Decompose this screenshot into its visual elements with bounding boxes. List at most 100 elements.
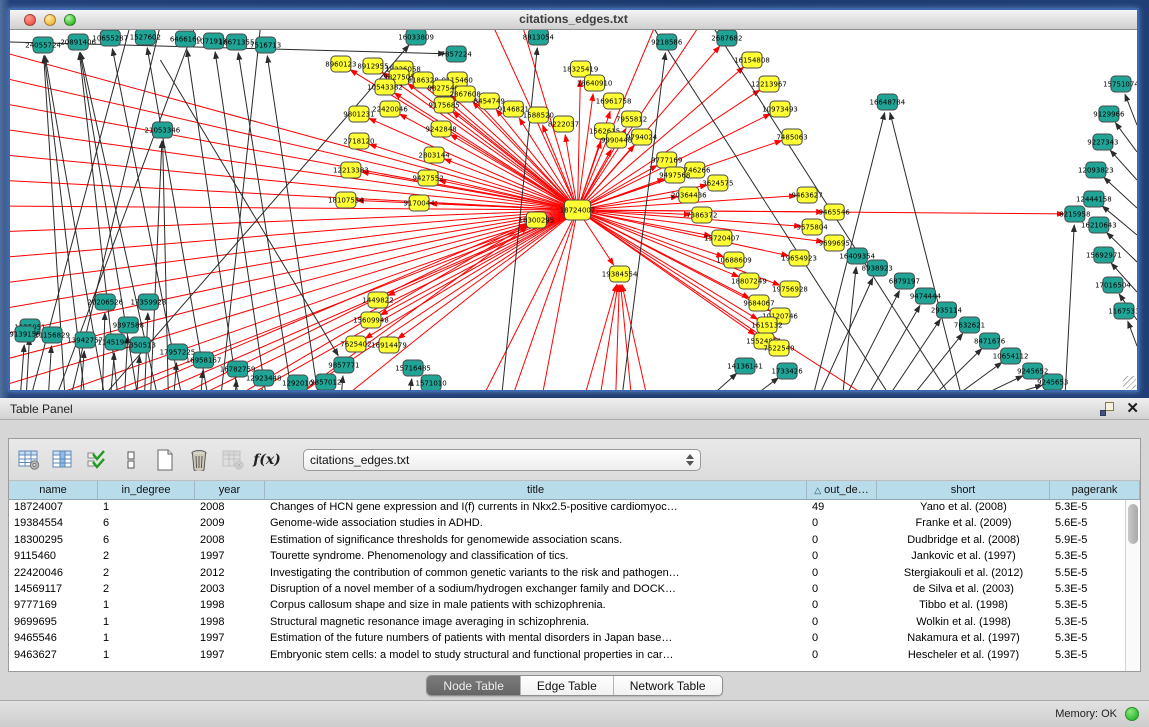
- graph-edge[interactable]: [1128, 321, 1137, 346]
- graph-edge[interactable]: [600, 285, 618, 390]
- graph-node-label: 16154808: [734, 56, 770, 64]
- table-cell: Investigating the contribution of common…: [265, 566, 807, 582]
- float-panel-icon[interactable]: [1100, 402, 1114, 416]
- table-row[interactable]: 2242004622012Investigating the contribut…: [9, 566, 1140, 582]
- table-vertical-scrollbar[interactable]: [1125, 500, 1140, 671]
- graph-edge[interactable]: [10, 50, 578, 210]
- column-header-title[interactable]: title: [265, 481, 807, 499]
- graph-edge[interactable]: [929, 349, 981, 390]
- graph-node-label: 12923448: [246, 374, 282, 382]
- graph-edge[interactable]: [20, 345, 24, 390]
- graph-node-label: 1292010: [282, 379, 313, 387]
- combo-arrows-icon: [686, 454, 694, 466]
- function-builder-icon[interactable]: f(x): [253, 445, 281, 475]
- table-row[interactable]: 911546021997Tourette syndrome. Phenomeno…: [9, 549, 1140, 565]
- network-selector[interactable]: citations_edges.txt: [303, 449, 701, 471]
- table-row[interactable]: 1938455462009Genome-wide association stu…: [9, 516, 1140, 532]
- graph-node-label: 16958167: [186, 356, 222, 364]
- import-table-icon: [219, 445, 247, 475]
- graph-edge[interactable]: [886, 319, 940, 390]
- column-header-pagerank[interactable]: pagerank: [1050, 481, 1140, 499]
- graph-edge[interactable]: [10, 210, 578, 336]
- table-settings-icon[interactable]: [15, 445, 43, 475]
- column-header-year[interactable]: year: [195, 481, 265, 499]
- graph-edge[interactable]: [48, 346, 51, 390]
- network-view-window[interactable]: citations_edges.txt 18724007183002951938…: [8, 8, 1139, 392]
- graph-edge[interactable]: [749, 378, 778, 390]
- graph-edge[interactable]: [890, 113, 963, 390]
- select-columns-icon[interactable]: [49, 445, 77, 475]
- graph-edge[interactable]: [909, 334, 962, 390]
- table-row[interactable]: 946554611997Estimation of the future num…: [9, 631, 1140, 647]
- table-row[interactable]: 1456911722003Disruption of a novel membe…: [9, 582, 1140, 598]
- table-cell: 0: [807, 648, 877, 664]
- graph-node-label: 6879197: [889, 277, 920, 285]
- graph-node-label: 1167533: [1108, 307, 1137, 315]
- graph-edge[interactable]: [136, 356, 139, 390]
- table-header[interactable]: namein_degreeyeartitle△out_de…shortpager…: [9, 481, 1140, 500]
- table-cell: Disruption of a novel member of a sodium…: [265, 582, 807, 598]
- table-cell: 9777169: [9, 598, 98, 614]
- select-rows-icon[interactable]: [83, 445, 111, 475]
- merge-rows-icon[interactable]: [117, 445, 145, 475]
- graph-node-label: 7857224: [441, 50, 473, 58]
- table-row[interactable]: 1872400712008Changes of HCN gene express…: [9, 500, 1140, 516]
- status-bar: Memory: OK: [0, 700, 1149, 727]
- network-canvas[interactable]: 1872400718300295193845548960123891295518…: [10, 30, 1137, 390]
- graph-edge[interactable]: [110, 224, 526, 390]
- graph-edge[interactable]: [865, 306, 920, 390]
- graph-node-label: 19756928: [772, 285, 808, 293]
- table-row[interactable]: 977716911998Corpus callosum shape and si…: [9, 598, 1140, 614]
- scrollbar-thumb[interactable]: [1128, 504, 1138, 544]
- graph-node-label: 10543382: [367, 83, 403, 91]
- graph-edge[interactable]: [584, 285, 617, 390]
- column-header-name[interactable]: name: [9, 481, 98, 499]
- window-title: citations_edges.txt: [10, 12, 1137, 26]
- graph-node-label: 9397588: [113, 321, 144, 329]
- new-table-icon[interactable]: [151, 445, 179, 475]
- column-header-out_de[interactable]: △out_de…: [807, 481, 877, 499]
- graph-edge[interactable]: [26, 338, 29, 390]
- graph-edge[interactable]: [842, 267, 856, 390]
- table-row[interactable]: 1830029562008Estimation of significance …: [9, 533, 1140, 549]
- table-row[interactable]: 946362711997Embryonic stem cells: a mode…: [9, 648, 1140, 664]
- delete-table-icon[interactable]: [185, 445, 213, 475]
- graph-edge[interactable]: [541, 210, 577, 390]
- graph-edge[interactable]: [1104, 177, 1137, 208]
- graph-edge[interactable]: [1110, 150, 1137, 180]
- table-cell: Genome-wide association studies in ADHD.: [265, 516, 807, 532]
- table-cell: Franke et al. (2009): [877, 516, 1050, 532]
- window-titlebar[interactable]: citations_edges.txt: [10, 10, 1137, 30]
- tab-network-table[interactable]: Network Table: [614, 676, 722, 695]
- table-cell: 1: [98, 631, 195, 647]
- graph-edge[interactable]: [707, 373, 737, 390]
- table-type-tabs[interactable]: Node TableEdge TableNetwork Table: [426, 675, 722, 696]
- table-body[interactable]: 1872400712008Changes of HCN gene express…: [9, 500, 1140, 671]
- table-cell: 2003: [195, 582, 265, 598]
- graph-edge[interactable]: [102, 313, 105, 390]
- table-row[interactable]: 969969511998Structural magnetic resonanc…: [9, 615, 1140, 631]
- graph-edge[interactable]: [215, 52, 267, 390]
- close-panel-icon[interactable]: ✕: [1126, 402, 1139, 416]
- graph-node-label: 18325419: [563, 65, 599, 73]
- graph-node-label: 9227343: [1087, 138, 1118, 146]
- tab-node-table[interactable]: Node Table: [427, 676, 521, 695]
- tab-edge-table[interactable]: Edge Table: [521, 676, 614, 695]
- table-cell: Corpus callosum shape and size in male p…: [265, 598, 807, 614]
- graph-edge[interactable]: [951, 363, 1002, 390]
- graph-edge[interactable]: [993, 385, 1043, 390]
- window-resize-grip[interactable]: [1123, 376, 1136, 389]
- table-cell: Stergiakouli et al. (2012): [877, 566, 1050, 582]
- graph-node-label: 11156829: [34, 331, 70, 339]
- graph-edge[interactable]: [1065, 225, 1074, 390]
- graph-edge[interactable]: [10, 154, 578, 210]
- graph-edge[interactable]: [1125, 94, 1137, 125]
- table-toolbar: f(x) citations_edges.txt: [9, 439, 1140, 481]
- column-header-short[interactable]: short: [877, 481, 1050, 499]
- graph-edge[interactable]: [409, 379, 412, 390]
- column-header-in_degree[interactable]: in_degree: [98, 481, 195, 499]
- memory-status-indicator[interactable]: [1125, 707, 1139, 721]
- graph-node-label: 15716485: [395, 364, 431, 372]
- graph-edge[interactable]: [1115, 123, 1137, 152]
- graph-edge[interactable]: [616, 285, 620, 390]
